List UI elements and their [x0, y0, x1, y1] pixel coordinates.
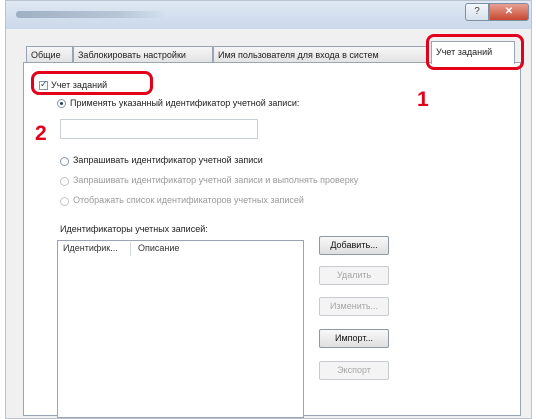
callout-number-1: 1	[417, 88, 429, 111]
tab-login-username[interactable]: Имя пользователя для входа в систем	[213, 46, 427, 63]
tab-strip: Общие Заблокировать настройки Имя пользо…	[23, 41, 526, 64]
help-button[interactable]: ?	[465, 3, 489, 21]
export-button[interactable]: Экспорт	[319, 361, 389, 380]
column-header-description[interactable]: Описание	[138, 243, 179, 253]
show-list-radio[interactable]	[60, 197, 69, 206]
ids-list[interactable]: Идентифик... Описание	[57, 240, 304, 418]
prompt-id-label: Запрашивать идентификатор учетной записи	[73, 155, 263, 165]
prompt-id-radio[interactable]	[60, 157, 69, 166]
close-button[interactable]: ✕	[489, 3, 529, 21]
account-id-input[interactable]	[60, 119, 258, 139]
add-button[interactable]: Добавить...	[319, 236, 389, 255]
callout-number-2: 2	[35, 122, 47, 145]
show-list-label: Отображать список идентификаторов учетны…	[73, 195, 304, 205]
column-header-id[interactable]: Идентифик...	[63, 243, 118, 253]
title-bar: ? ✕	[6, 1, 531, 29]
callout-highlight-checkbox	[31, 71, 153, 95]
prompt-verify-radio[interactable]	[60, 177, 69, 186]
window-title-blurred	[16, 11, 166, 18]
tab-job-accounting[interactable]: Учет заданий	[431, 41, 515, 64]
import-button[interactable]: Импорт...	[319, 329, 389, 348]
edit-button[interactable]: Изменить...	[319, 297, 389, 316]
tab-general[interactable]: Общие	[26, 46, 73, 63]
delete-button[interactable]: Удалить	[319, 266, 389, 285]
apply-id-label: Применять указанный идентификатор учетно…	[70, 98, 300, 108]
ids-list-label: Идентификаторы учетных записей:	[60, 224, 208, 234]
prompt-verify-label: Запрашивать идентификатор учетной записи…	[73, 175, 359, 185]
tab-lock-settings[interactable]: Заблокировать настройки	[73, 46, 213, 63]
column-separator	[130, 242, 131, 256]
apply-id-radio[interactable]	[57, 99, 66, 108]
